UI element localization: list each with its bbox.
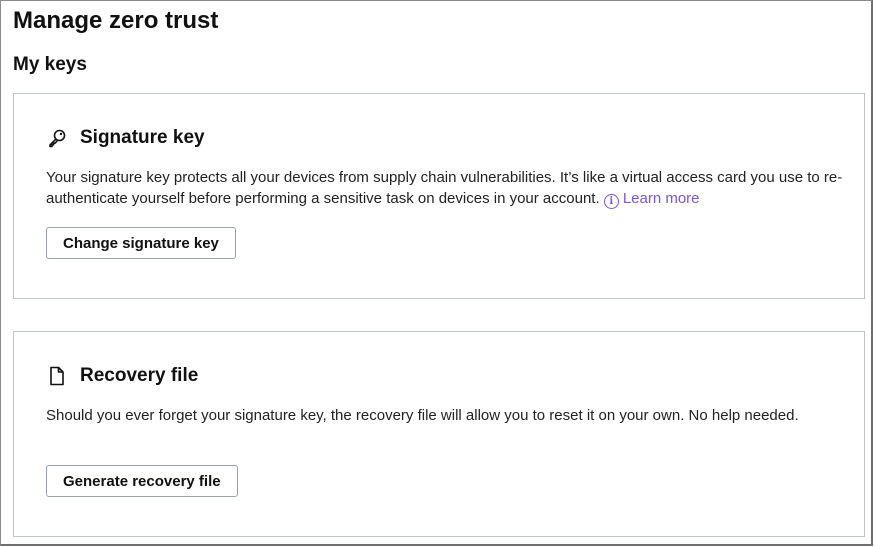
section-title: My keys — [13, 54, 87, 75]
signature-key-description: Your signature key protects all your dev… — [46, 167, 846, 209]
change-signature-key-button[interactable]: Change signature key — [46, 227, 236, 259]
page-title: Manage zero trust — [13, 7, 219, 34]
signature-key-card: Signature key Your signature key protect… — [13, 93, 865, 299]
recovery-file-title: Recovery file — [80, 365, 199, 386]
recovery-file-header: Recovery file — [46, 365, 198, 387]
key-icon — [46, 127, 68, 149]
signature-key-description-text: Your signature key protects all your dev… — [46, 169, 843, 207]
recovery-file-description: Should you ever forget your signature ke… — [46, 407, 799, 424]
signature-key-header: Signature key — [46, 127, 205, 149]
info-icon: i — [603, 194, 619, 209]
recovery-file-card: Recovery file Should you ever forget you… — [13, 331, 865, 537]
generate-recovery-file-button[interactable]: Generate recovery file — [46, 465, 238, 497]
manage-zero-trust-window: Manage zero trust My keys Signature key … — [0, 0, 873, 546]
learn-more-link[interactable]: i Learn more — [603, 190, 700, 209]
learn-more-label: Learn more — [622, 190, 700, 207]
signature-key-title: Signature key — [80, 127, 205, 148]
file-icon — [46, 365, 68, 387]
